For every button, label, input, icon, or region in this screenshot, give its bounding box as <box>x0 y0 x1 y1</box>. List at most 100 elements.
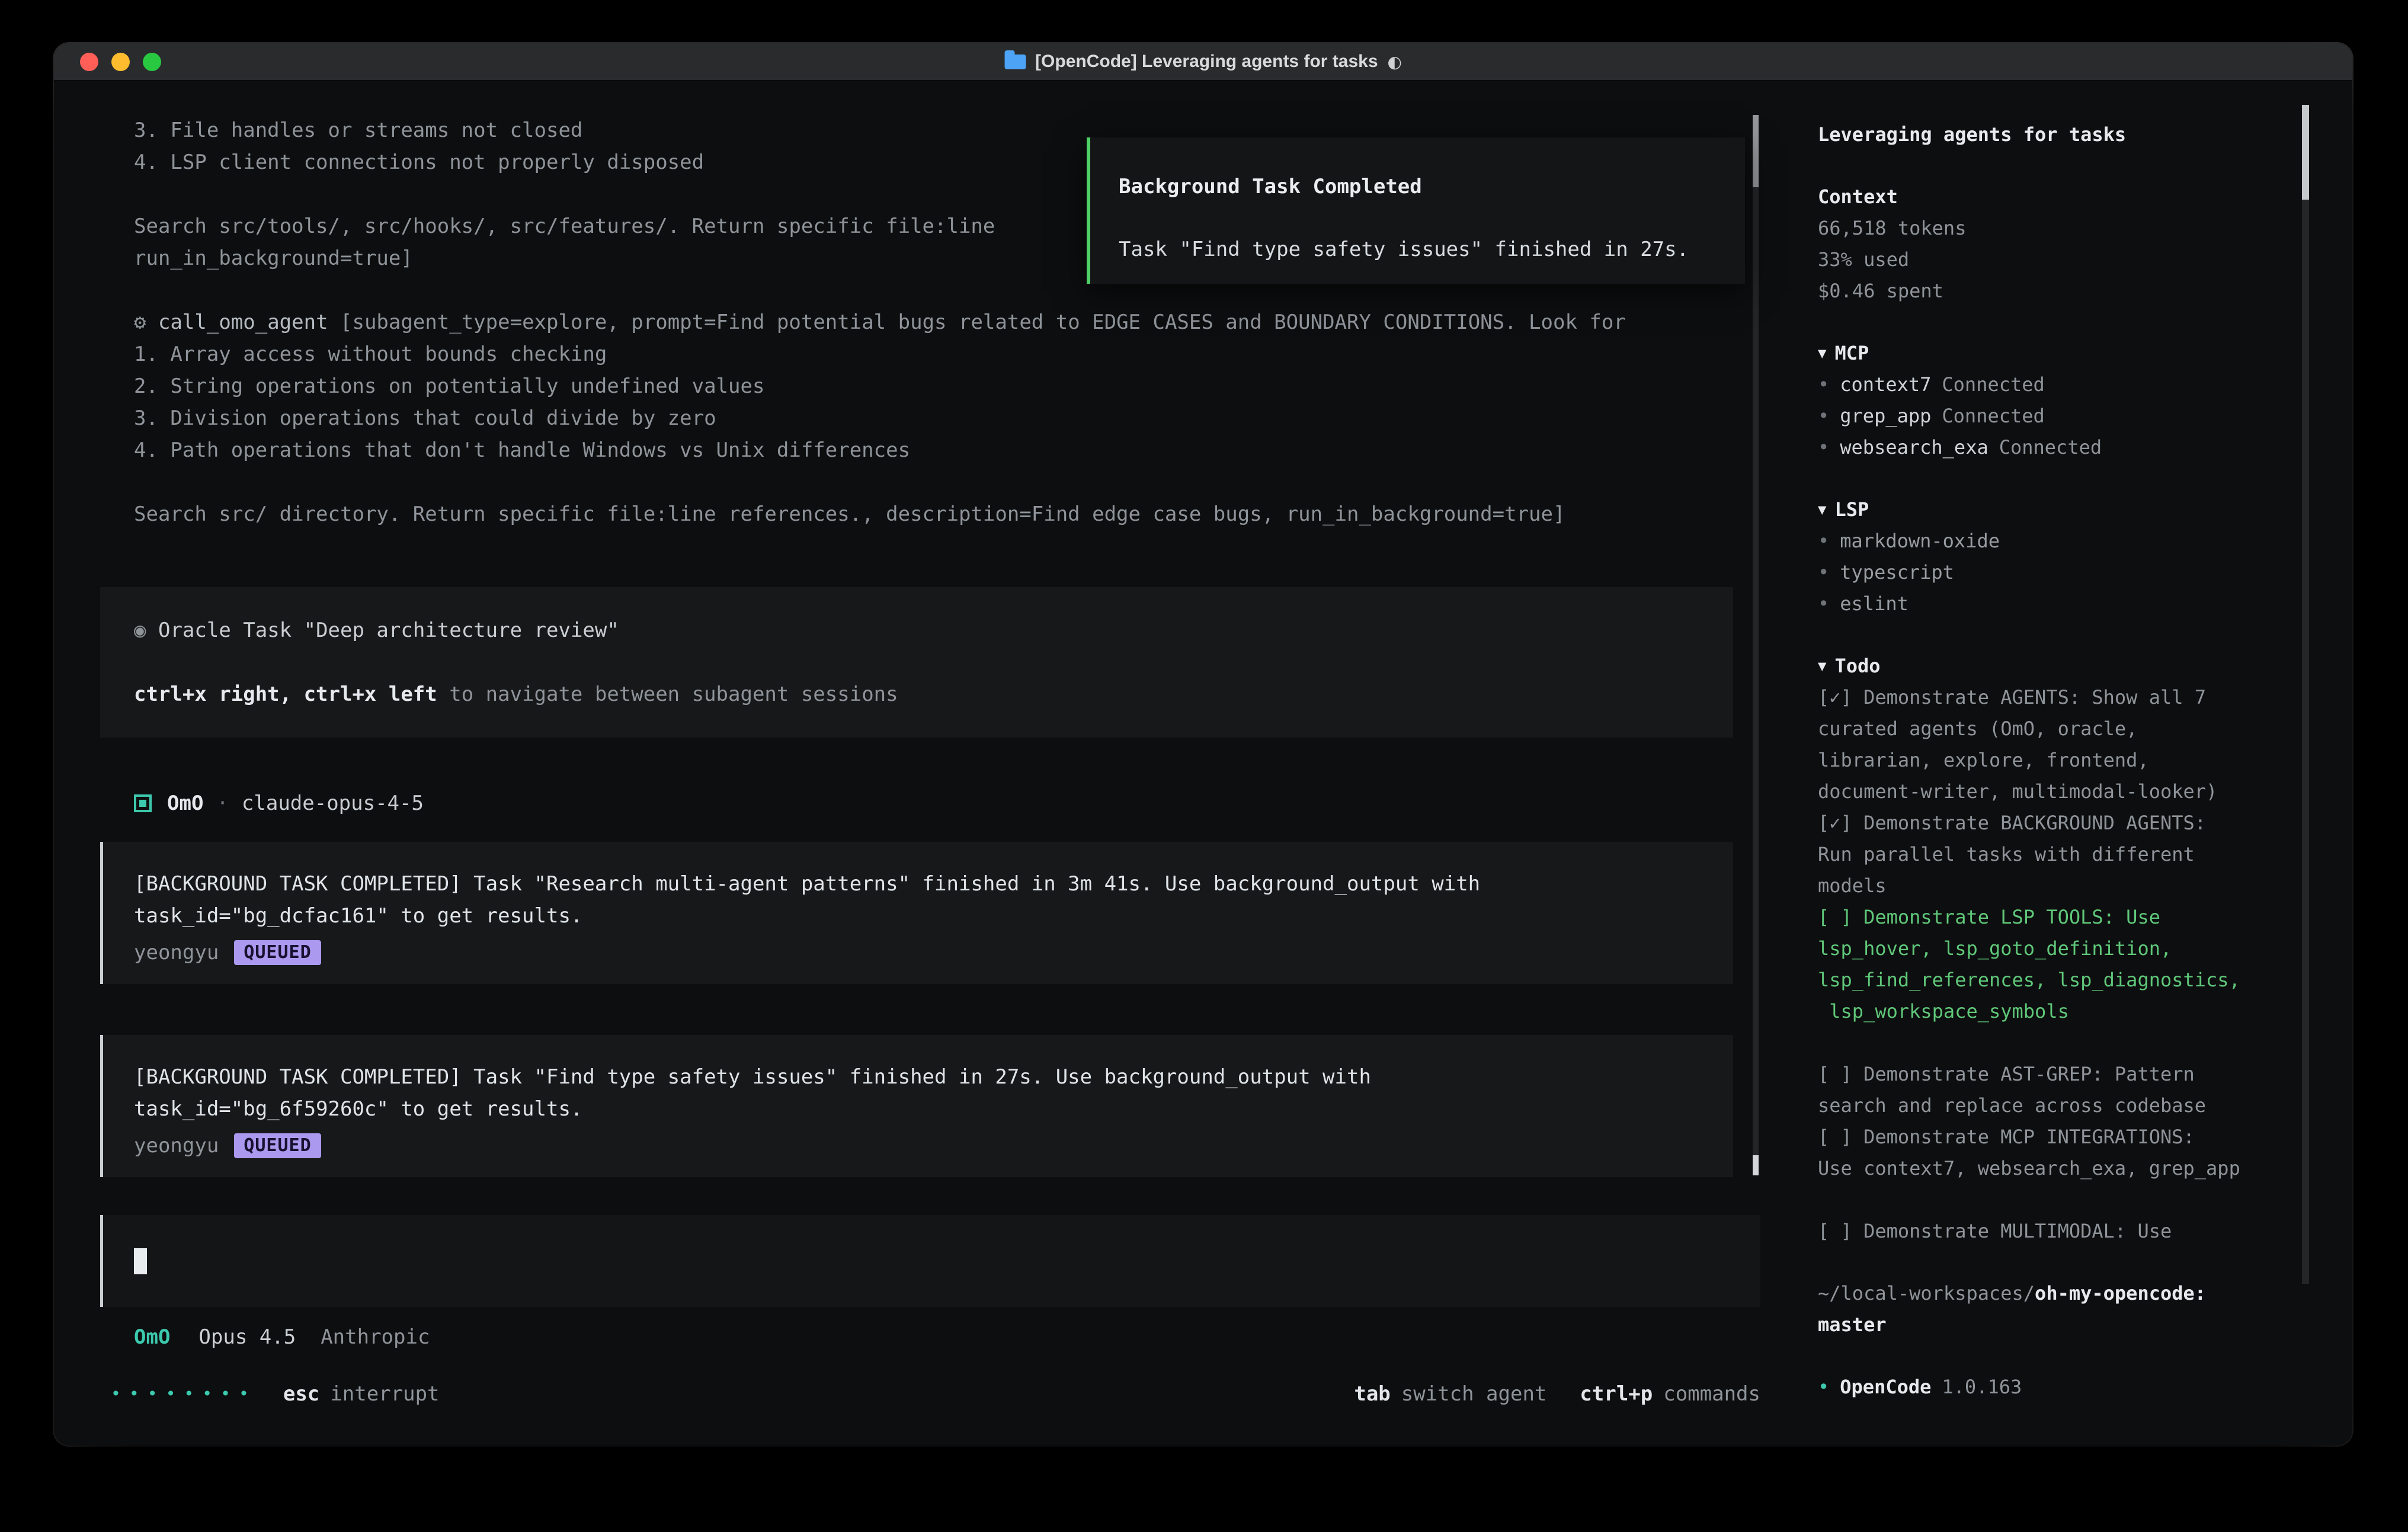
task-user: yeongyu <box>134 937 219 969</box>
fisheye-icon: ◉ <box>134 618 146 642</box>
toast-body: Task "Find type safety issues" finished … <box>1119 235 1717 264</box>
session-sidebar: Leveraging agents for tasks Context 66,5… <box>1794 81 2352 1444</box>
bullet-icon: • <box>1818 373 1829 396</box>
task-user: yeongyu <box>134 1130 219 1162</box>
progress-clock-icon: ◐ <box>1388 52 1402 72</box>
background-task-toast: Background Task Completed Task "Find typ… <box>1087 137 1745 284</box>
terminal-line: 4. Path operations that don't handle Win… <box>100 434 1760 466</box>
prompt-input[interactable] <box>100 1215 1760 1307</box>
gear-icon: ⚙ <box>134 310 146 334</box>
todo-item: [✓] Demonstrate AGENTS: Show all 7 curat… <box>1818 682 2299 807</box>
tab-key-label: tab <box>1354 1378 1390 1410</box>
app-version-footer: • OpenCode 1.0.163 <box>1818 1371 2299 1403</box>
bullet-icon: • <box>1818 592 1829 615</box>
tool-call-args: [subagent_type=explore, prompt=Find pote… <box>328 310 1626 334</box>
scroll-to-bottom-indicator[interactable] <box>1753 1155 1759 1175</box>
todo-section: ▼ Todo [✓] Demonstrate AGENTS: Show all 7… <box>1818 650 2299 1247</box>
tool-call-name: call_omo_agent <box>158 310 328 334</box>
background-task-message: [BACKGROUND TASK COMPLETED] Task "Resear… <box>100 842 1733 984</box>
terminal-window: [OpenCode] Leveraging agents for tasks ◐… <box>54 43 2352 1446</box>
lsp-section-header[interactable]: ▼ LSP <box>1818 494 2299 525</box>
hint-keys: ctrl+x right, ctrl+x left <box>134 682 437 706</box>
mcp-name: grep_app <box>1840 405 1931 427</box>
mcp-status: Connected <box>1999 436 2102 459</box>
chevron-down-icon: ▼ <box>1818 345 1826 361</box>
esc-action-label: interrupt <box>330 1378 439 1410</box>
bullet-icon: • <box>1818 561 1829 584</box>
todo-section-header[interactable]: ▼ Todo <box>1818 650 2299 682</box>
titlebar: [OpenCode] Leveraging agents for tasks ◐ <box>54 43 2352 81</box>
context-spent: $0.46 spent <box>1818 275 2299 307</box>
separator-dot: · <box>216 787 228 819</box>
todo-item: [✓] Demonstrate BACKGROUND AGENTS: Run p… <box>1818 807 2299 902</box>
mcp-item: • context7 Connected <box>1818 369 2299 400</box>
oracle-task-title: Oracle Task "Deep architecture review" <box>158 618 619 642</box>
mcp-item: •websearch_exaConnected <box>1818 432 2299 463</box>
main-scrollbar-thumb[interactable] <box>1753 115 1759 187</box>
traffic-lights <box>54 53 161 71</box>
queued-badge: QUEUED <box>234 940 321 965</box>
tab-action-label: switch agent <box>1401 1378 1547 1410</box>
todo-heading: Todo <box>1834 655 1880 677</box>
folder-icon <box>1004 55 1026 69</box>
bullet-icon: • <box>1818 1376 1829 1398</box>
workspace-repo: oh-my-opencode: <box>2035 1282 2206 1305</box>
session-title: Leveraging agents for tasks <box>1818 119 2299 150</box>
mcp-heading: MCP <box>1834 342 1869 364</box>
close-button[interactable] <box>80 53 98 71</box>
terminal-line: Search src/ directory. Return specific f… <box>100 498 1760 530</box>
task-message-text: [BACKGROUND TASK COMPLETED] Task "Find t… <box>134 1061 1699 1125</box>
agent-name: OmO <box>167 787 203 819</box>
terminal-line: 1. Array access without bounds checking <box>100 338 1760 370</box>
hint-text: to navigate between subagent sessions <box>437 682 898 706</box>
chevron-down-icon: ▼ <box>1818 501 1826 518</box>
commands-action-label: commands <box>1663 1378 1760 1410</box>
workspace-branch: master <box>1818 1309 2299 1341</box>
mcp-status: Connected <box>1942 373 2044 396</box>
mcp-name: context7 <box>1840 373 1931 396</box>
workspace-info: ~/local-workspaces/oh-my-opencode: maste… <box>1818 1278 2299 1341</box>
sidebar-scrollbar-thumb[interactable] <box>2302 105 2309 200</box>
lsp-name: eslint <box>1840 592 1909 615</box>
lsp-section: ▼ LSP • markdown-oxide •typescript • eslint <box>1818 494 2299 620</box>
todo-item: [ ] Demonstrate MULTIMODAL: Use <box>1818 1216 2299 1247</box>
oracle-task-title-line: ◉ Oracle Task "Deep architecture review" <box>134 614 1699 646</box>
mcp-status: Connected <box>1942 405 2044 427</box>
todo-item: [ ] Demonstrate AST-GREP: Pattern search… <box>1818 1059 2299 1121</box>
switch-agent-hint: tab switch agent <box>1354 1378 1546 1410</box>
lsp-item: • markdown-oxide <box>1818 525 2299 557</box>
mcp-section-header[interactable]: ▼ MCP <box>1818 338 2299 369</box>
todo-item-active: [ ] Demonstrate LSP TOOLS: Use lsp_hover… <box>1818 902 2299 1027</box>
main-scrollbar[interactable] <box>1753 115 1759 1175</box>
lsp-item: •typescript <box>1818 557 2299 588</box>
text-cursor <box>134 1248 147 1274</box>
context-tokens: 66,518 tokens <box>1818 213 2299 244</box>
mcp-name: websearch_exa <box>1840 436 1988 459</box>
background-task-message: [BACKGROUND TASK COMPLETED] Task "Find t… <box>100 1035 1733 1177</box>
mcp-section: ▼ MCP • context7 Connected • grep_app Connect… <box>1818 338 2299 463</box>
window-title-text: [OpenCode] Leveraging agents for tasks <box>1035 52 1378 72</box>
commands-hint: ctrl+p commands <box>1580 1378 1760 1410</box>
chevron-down-icon: ▼ <box>1818 658 1826 674</box>
esc-key-label: esc <box>283 1378 319 1410</box>
minimize-button[interactable] <box>111 53 130 71</box>
oracle-task-panel: ◉ Oracle Task "Deep architecture review"… <box>100 587 1733 738</box>
zoom-button[interactable] <box>143 53 161 71</box>
spinner-dots-icon: •••••••• <box>111 1378 257 1410</box>
lsp-heading: LSP <box>1834 498 1869 521</box>
app-version: 1.0.163 <box>1942 1376 2022 1398</box>
toast-title: Background Task Completed <box>1119 172 1717 201</box>
window-title: [OpenCode] Leveraging agents for tasks ◐ <box>1004 52 1402 72</box>
model-version: Opus 4.5 <box>198 1321 296 1353</box>
tool-call-line: ⚙ call_omo_agent [subagent_type=explore,… <box>100 306 1760 338</box>
sidebar-scrollbar[interactable] <box>2302 105 2309 1284</box>
mcp-item: •grep_appConnected <box>1818 400 2299 432</box>
app-name: OpenCode <box>1840 1376 1931 1398</box>
interrupt-hint: esc interrupt <box>283 1378 440 1410</box>
bullet-icon: • <box>1818 530 1829 552</box>
workspace-path-prefix: ~/local-workspaces/ <box>1818 1282 2035 1305</box>
context-section: Context 66,518 tokens 33% used $0.46 spe… <box>1818 181 2299 307</box>
terminal-line: 2. String operations on potentially unde… <box>100 370 1760 402</box>
lsp-name: markdown-oxide <box>1840 530 2000 552</box>
chat-main-pane: 3. File handles or streams not closed 4.… <box>54 81 1794 1444</box>
